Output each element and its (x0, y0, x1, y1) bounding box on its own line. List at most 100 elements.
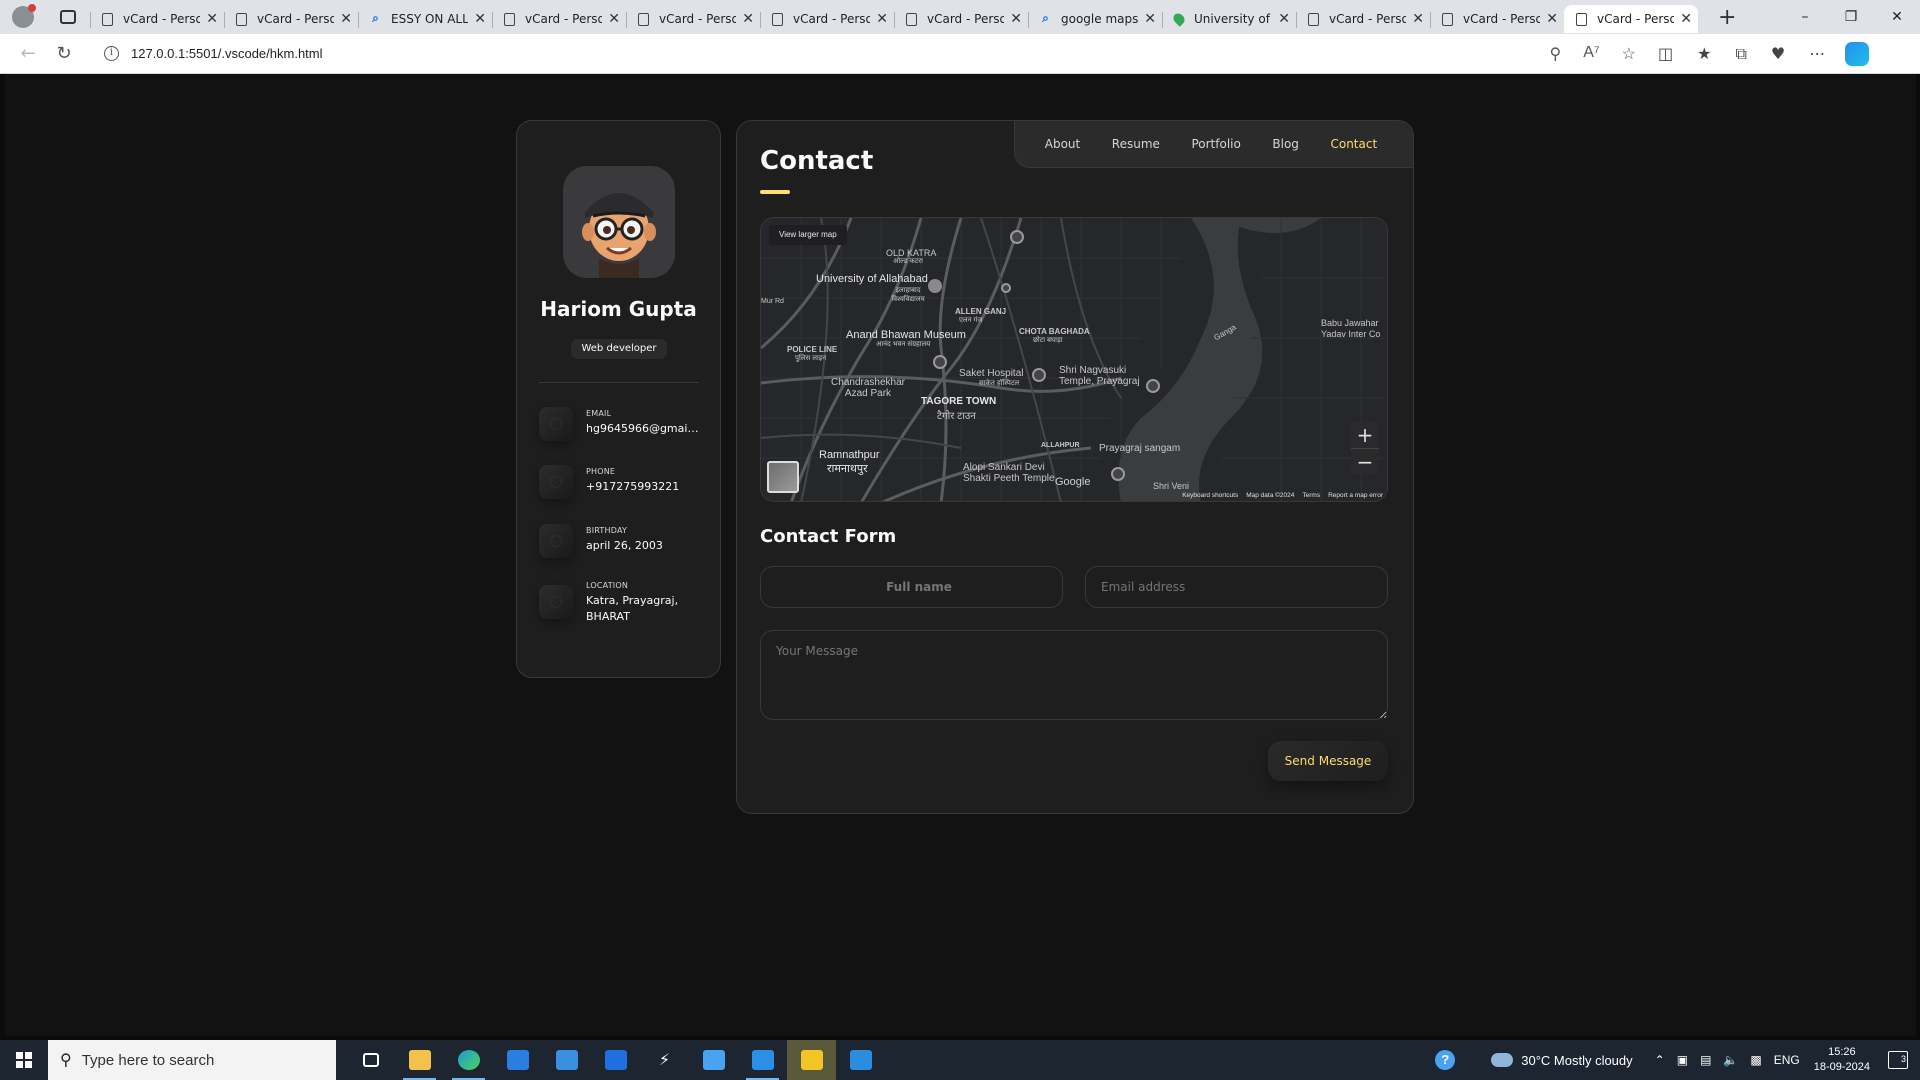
browser-tab[interactable]: vCard - Personal Portfolio ✕ (1296, 5, 1430, 33)
lightning-app-icon[interactable]: ⚡ (640, 1040, 689, 1080)
url-field[interactable]: i 127.0.0.1:5501/.vscode/hkm.html ⚲ A⁷ ☆ (92, 38, 1652, 69)
embedded-map[interactable]: View larger map OLD KATRA ओल्ड कटरा Univ… (760, 217, 1388, 502)
browser-essentials-icon[interactable]: ♥ (1771, 44, 1785, 64)
tab-actions-icon[interactable] (60, 10, 76, 24)
map-label: रामनाथपुर (827, 463, 868, 475)
view-larger-map-link[interactable]: View larger map (769, 225, 847, 245)
task-view-icon[interactable] (346, 1040, 395, 1080)
profile-icon[interactable] (12, 4, 36, 28)
close-tab-icon[interactable]: ✕ (1278, 11, 1290, 27)
browser-tab[interactable]: University of Allahabad ✕ (1162, 5, 1296, 33)
browser-tab[interactable]: vCard - Personal Portfolio ✕ (894, 5, 1028, 33)
start-button[interactable] (0, 1040, 48, 1080)
map-label: पुलिस लाइन (795, 355, 827, 362)
meet-now-icon[interactable]: ▣ (1677, 1053, 1688, 1067)
tab-title: vCard - Personal Portfolio (525, 12, 603, 26)
browser-tab[interactable]: vCard - Personal Portfolio ✕ (224, 5, 358, 33)
weather-text: 30°C Mostly cloudy (1521, 1052, 1633, 1068)
clock[interactable]: 15:26 18-09-2024 (1814, 1045, 1870, 1075)
close-tab-icon[interactable]: ✕ (876, 11, 888, 27)
close-tab-icon[interactable]: ✕ (340, 11, 352, 27)
browser-tab[interactable]: ⌕ google maps ✕ (1028, 5, 1162, 33)
fullname-input[interactable] (760, 566, 1063, 608)
nav-resume[interactable]: Resume (1112, 137, 1160, 151)
taskbar-search[interactable]: ⚲ Type here to search (48, 1040, 336, 1080)
azure-icon[interactable] (689, 1040, 738, 1080)
map-label: ALLEN GANJ (955, 307, 1007, 316)
report-map-error-link[interactable]: Report a map error (1328, 492, 1383, 499)
restore-icon[interactable]: ❐ (1828, 0, 1874, 34)
terms-link[interactable]: Terms (1302, 492, 1320, 499)
help-icon[interactable]: ? (1435, 1050, 1456, 1070)
map-label: ओल्ड कटरा (893, 258, 923, 265)
contact-phone: Phone +917275993221 (539, 465, 709, 499)
tab-title: google maps (1061, 12, 1139, 26)
close-tab-icon[interactable]: ✕ (1546, 11, 1558, 27)
mail-app-icon[interactable] (542, 1040, 591, 1080)
map-label: TAGORE TOWN (921, 396, 997, 407)
zoom-icon[interactable]: ⚲ (1549, 44, 1561, 64)
clock-time: 15:26 (1828, 1046, 1856, 1058)
keyboard-shortcuts-link[interactable]: Keyboard shortcuts (1182, 492, 1238, 499)
email-link[interactable]: hg9645966@gmail.com (586, 421, 701, 437)
collections-icon[interactable]: ⧉ (1735, 44, 1746, 64)
nav-about[interactable]: About (1045, 137, 1080, 151)
message-textarea[interactable] (760, 630, 1388, 720)
browser-tab[interactable]: vCard - Personal Portfolio ✕ (90, 5, 224, 33)
refresh-icon[interactable]: ↻ (46, 43, 82, 64)
tab-strip: vCard - Personal Portfolio✕vCard - Perso… (90, 1, 1698, 33)
copilot-icon[interactable] (1845, 41, 1870, 66)
close-tab-icon[interactable]: ✕ (474, 11, 486, 27)
nav-portfolio[interactable]: Portfolio (1191, 137, 1240, 151)
warning-app-icon[interactable] (787, 1040, 836, 1080)
browser-tab[interactable]: vCard - Personal Portfolio ✕ (760, 5, 894, 33)
back-icon[interactable]: ← (10, 43, 46, 64)
browser-tab[interactable]: ⌕ ESSY ON ALL AT ✕ (358, 5, 492, 33)
browser-tab[interactable]: vCard - Personal Portfolio ✕ (1564, 5, 1698, 33)
minimize-icon[interactable]: – (1782, 0, 1828, 34)
file-explorer-icon[interactable] (395, 1040, 444, 1080)
map-label: छोटा बघाड़ा (1033, 337, 1063, 344)
dropbox-icon[interactable] (591, 1040, 640, 1080)
chevron-up-icon[interactable]: ⌃ (1655, 1053, 1665, 1067)
store-icon[interactable] (493, 1040, 542, 1080)
map-pin-icon (1171, 11, 1187, 27)
favorites-icon[interactable]: ★ (1697, 44, 1711, 64)
page-icon (504, 12, 515, 26)
site-info-icon[interactable]: i (104, 46, 119, 61)
browser-tab[interactable]: vCard - Personal Portfolio ✕ (626, 5, 760, 33)
vscode-icon[interactable] (738, 1040, 787, 1080)
volume-muted-icon[interactable]: 🔈 (1723, 1053, 1738, 1067)
close-tab-icon[interactable]: ✕ (206, 11, 218, 27)
more-menu-icon[interactable]: ⋯ (1809, 44, 1825, 64)
browser-tab[interactable]: vCard - Personal Portfolio ✕ (1430, 5, 1564, 33)
send-message-button[interactable]: Send Message (1268, 741, 1388, 781)
display-icon[interactable]: ▩ (1750, 1053, 1761, 1067)
language-indicator[interactable]: ENG (1774, 1053, 1800, 1067)
zoom-in-button[interactable]: + (1351, 422, 1379, 448)
email-input[interactable] (1085, 566, 1388, 608)
close-tab-icon[interactable]: ✕ (608, 11, 620, 27)
page-icon (1442, 12, 1453, 26)
close-tab-icon[interactable]: ✕ (742, 11, 754, 27)
browser-tab[interactable]: vCard - Personal Portfolio ✕ (492, 5, 626, 33)
network-icon[interactable]: ▤ (1700, 1053, 1711, 1067)
split-screen-icon[interactable]: ◫ (1658, 44, 1673, 64)
map-layer-toggle[interactable] (767, 461, 799, 493)
photos-app-icon[interactable] (836, 1040, 885, 1080)
close-tab-icon[interactable]: ✕ (1010, 11, 1022, 27)
weather-widget[interactable]: 30°C Mostly cloudy (1491, 1052, 1633, 1068)
close-tab-icon[interactable]: ✕ (1412, 11, 1424, 27)
nav-blog[interactable]: Blog (1272, 137, 1299, 151)
close-window-icon[interactable]: ✕ (1874, 0, 1920, 34)
phone-link[interactable]: +917275993221 (586, 479, 701, 495)
notification-center-icon[interactable]: 3 (1888, 1051, 1908, 1069)
edge-browser-icon[interactable] (444, 1040, 493, 1080)
close-tab-icon[interactable]: ✕ (1144, 11, 1156, 27)
read-aloud-icon[interactable]: A⁷ (1583, 44, 1599, 64)
close-tab-icon[interactable]: ✕ (1680, 11, 1692, 27)
favorite-star-icon[interactable]: ☆ (1622, 44, 1636, 64)
nav-contact[interactable]: Contact (1330, 137, 1377, 151)
new-tab-icon[interactable]: + (1718, 5, 1736, 30)
zoom-out-button[interactable]: − (1351, 448, 1379, 474)
